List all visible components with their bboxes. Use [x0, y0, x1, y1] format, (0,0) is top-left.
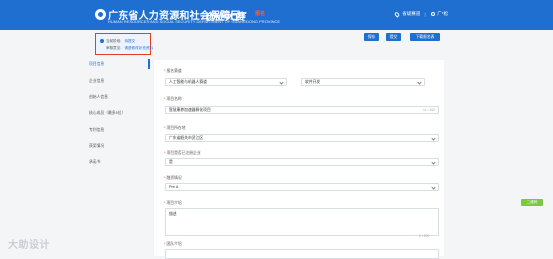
user-icon — [430, 12, 435, 16]
save-button[interactable]: 保存 — [364, 33, 379, 41]
sidebar-item-label: 创始人信息 — [89, 95, 108, 99]
sidebar-item-label: 企业信息 — [89, 79, 105, 83]
status-stage: 当前阶段: 待提交 — [100, 39, 135, 44]
team-textarea[interactable] — [165, 249, 439, 259]
side-tab-button[interactable]: 二维码 — [521, 199, 543, 206]
sidebar-item-patents[interactable]: 专利信息 — [70, 126, 150, 134]
location-value: 广东省韶关市武江区 — [169, 136, 204, 140]
sidebar-item-founder[interactable]: 创始人信息 — [70, 93, 150, 101]
status-review: 审核意见: 请退修改补充资料 — [106, 46, 153, 51]
category-value: 人工智能与机器人赛道 — [169, 80, 207, 84]
sidebar-item-awards[interactable]: 获奖情况 — [70, 142, 150, 150]
intro-textarea[interactable]: 描述 — [165, 208, 439, 236]
sidebar-item-label: 项目信息 — [89, 62, 105, 66]
chevron-down-icon — [417, 80, 422, 85]
company-label: *项目是否已注册企业 — [164, 151, 201, 155]
chevron-down-icon — [431, 136, 436, 141]
sidebar-item-label: 核心成员（最多5位） — [89, 111, 126, 115]
location-field-label: *项目所在地 — [164, 126, 186, 130]
form-panel: *报名赛道 人工智能与机器人赛道 软件开发 *项目名称 智慧康养加速器孵化项目 1… — [154, 60, 444, 259]
funding-label: *融资情况 — [164, 176, 182, 180]
category-select[interactable]: 人工智能与机器人赛道 — [165, 78, 287, 86]
info-icon — [100, 39, 104, 44]
watermark-logo: 大助设计 — [8, 240, 50, 251]
stage-value: 待提交 — [124, 39, 136, 43]
category-sub-value: 软件开发 — [305, 80, 321, 84]
intro-value: 描述 — [169, 212, 177, 216]
funding-select[interactable]: Pre A — [165, 183, 439, 191]
char-counter: 11 / 100 — [422, 108, 435, 112]
chevron-down-icon — [279, 80, 284, 85]
submit-button[interactable]: 提交 — [386, 33, 401, 41]
sidebar-item-pledge[interactable]: 承诺书 — [70, 158, 150, 166]
stage-label: 当前阶段: — [106, 39, 122, 43]
project-name-value: 智慧康养加速器孵化项目 — [169, 108, 211, 112]
location-label[interactable]: 省级赛道 — [402, 11, 420, 17]
funding-value: Pre A — [169, 185, 179, 189]
top-header: 广东省人力资源和社会保障厅 HUMAN RESOURCES AND SOCIAL… — [0, 0, 553, 30]
project-name-input[interactable]: 智慧康养加速器孵化项目 11 / 100 — [165, 106, 439, 114]
project-name-label: *项目名称 — [164, 97, 182, 101]
chevron-down-icon — [431, 160, 436, 165]
status-panel: 当前阶段: 待提交 审核意见: 请退修改补充资料 — [95, 33, 153, 55]
intro-label: *项目介绍 — [164, 201, 182, 205]
event-badge: 报名 — [255, 11, 266, 17]
sidebar-item-project[interactable]: 项目信息 — [70, 59, 150, 69]
team-label: *团队介绍 — [164, 242, 182, 246]
review-value: 请退修改补充资料 — [124, 46, 154, 50]
download-form-button[interactable]: 下载报名表 — [410, 33, 440, 41]
company-select[interactable]: 是 — [165, 158, 439, 166]
sidebar-item-members[interactable]: 核心成员（最多5位） — [70, 109, 150, 117]
org-subtitle: HUMAN RESOURCES AND SOCIAL SECURITY DEPA… — [108, 19, 281, 24]
sidebar-item-label: 承诺书 — [89, 160, 101, 164]
department-logo-icon — [95, 9, 106, 20]
category-sub-select[interactable]: 软件开发 — [301, 78, 425, 86]
sidebar-item-label: 专利信息 — [89, 128, 105, 132]
active-indicator — [148, 59, 150, 69]
intro-counter: 2 / 500 — [419, 234, 430, 238]
header-divider: | — [424, 11, 426, 17]
sidebar-item-label: 获奖情况 — [89, 144, 105, 148]
location-select[interactable]: 广东省韶关市武江区 — [165, 134, 439, 142]
sidebar-item-company[interactable]: 企业信息 — [70, 77, 150, 85]
event-title: 创业大赛 — [205, 12, 245, 23]
company-value: 是 — [169, 160, 173, 164]
category-label: *报名赛道 — [164, 69, 182, 73]
user-name[interactable]: 广*松 — [437, 11, 448, 17]
review-label: 审核意见: — [106, 46, 122, 50]
location-pin-icon — [393, 10, 401, 18]
user-area[interactable]: 省级赛道 | 广*松 — [393, 10, 448, 18]
chevron-down-icon — [431, 185, 436, 190]
